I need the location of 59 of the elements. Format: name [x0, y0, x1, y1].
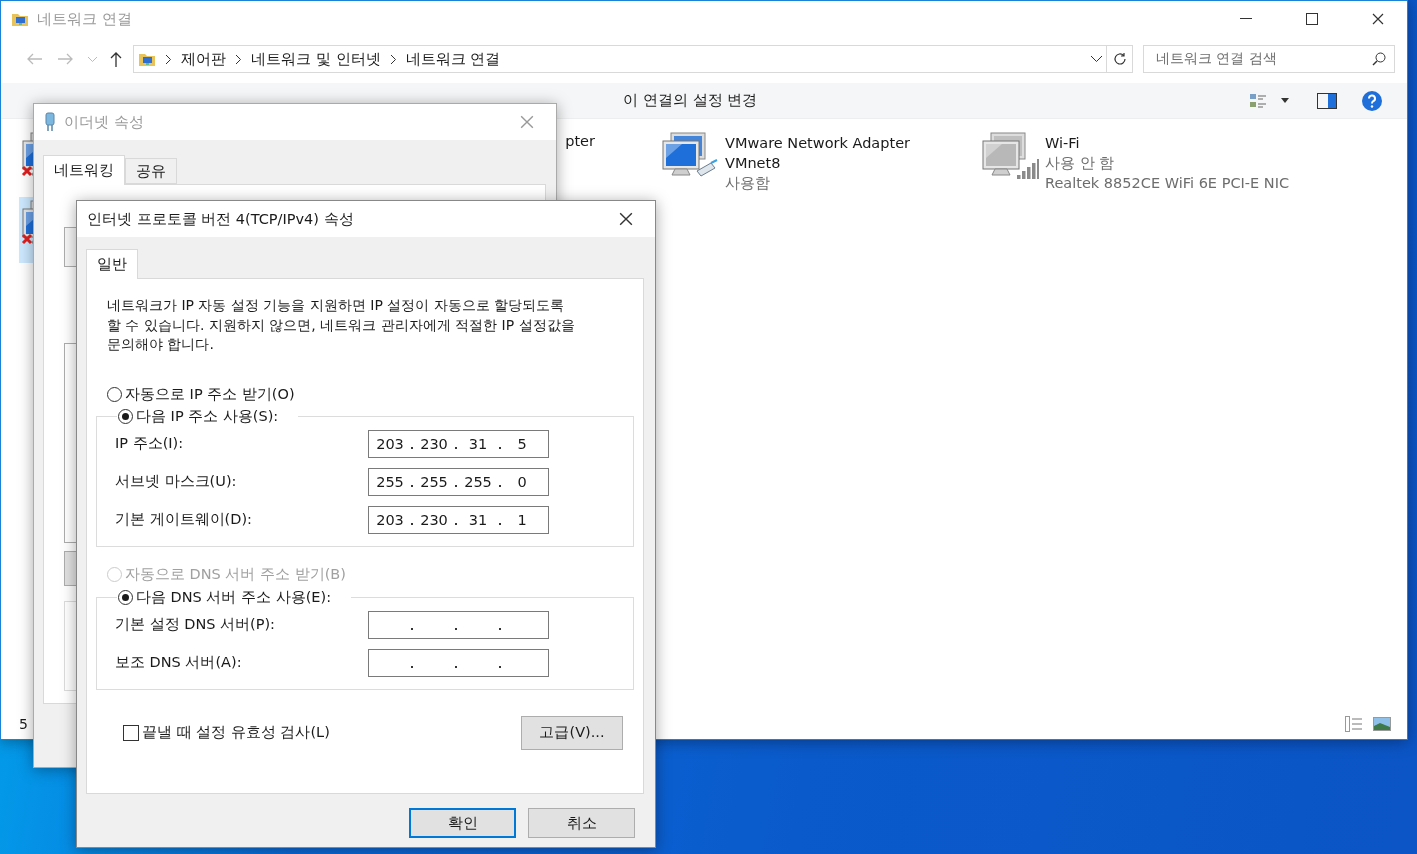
- field-label: 서브넷 마스크(U):: [115, 472, 238, 491]
- ip-address-field[interactable]: [368, 610, 549, 639]
- field-label: 기본 설정 DNS 서버(P):: [115, 615, 276, 634]
- adapter-status: 사용 안 함: [1045, 154, 1115, 173]
- dialog-title: 이더넷 속성: [64, 112, 144, 132]
- network-plug-icon: [44, 112, 56, 132]
- ip-address-field[interactable]: 203 230 31 5: [368, 429, 549, 458]
- breadcrumb[interactable]: 네트워크 및 인터넷: [251, 49, 381, 69]
- address-bar[interactable]: 제어판 네트워크 및 인터넷 네트워크 연결: [133, 45, 1107, 73]
- radio-option[interactable]: 자동으로 IP 주소 받기(O): [107, 384, 634, 404]
- minimize-icon[interactable]: [1240, 18, 1252, 20]
- large-icons-view-icon[interactable]: [1373, 717, 1391, 731]
- adapter-device: Realtek 8852CE WiFi 6E PCI-E NIC: [1045, 174, 1290, 193]
- details-view-icon[interactable]: [1345, 716, 1363, 732]
- help-icon[interactable]: [1361, 89, 1383, 112]
- view-options-icon[interactable]: [1249, 92, 1267, 109]
- adapter-name: pter: [565, 132, 595, 151]
- refresh-icon[interactable]: [1112, 52, 1127, 66]
- adapter-name: VMware Network Adapter VMnet8: [725, 134, 912, 173]
- close-icon[interactable]: [1372, 13, 1384, 25]
- breadcrumb[interactable]: 네트워크 연결: [405, 49, 501, 69]
- close-icon[interactable]: [619, 212, 633, 226]
- radio-option[interactable]: 다음 DNS 서버 주소 사용(E):: [118, 587, 331, 607]
- chevron-right-icon[interactable]: [390, 54, 396, 64]
- up-arrow-icon[interactable]: [110, 51, 122, 67]
- radio-option[interactable]: 다음 IP 주소 사용(S):: [118, 406, 279, 426]
- dialog-button[interactable]: 취소: [528, 808, 635, 838]
- adapter-name: Wi-Fi: [1045, 134, 1081, 153]
- window-title: 네트워크 연결: [37, 9, 132, 29]
- toolbar-command[interactable]: 이 연결의 설정 변경: [623, 91, 758, 110]
- search-field[interactable]: 네트워크 연결 검색: [1143, 45, 1395, 73]
- breadcrumb[interactable]: 제어판: [181, 49, 226, 69]
- maximize-icon[interactable]: [1306, 13, 1318, 25]
- item-count: 5: [19, 716, 28, 732]
- field-label: 기본 게이트웨이(D):: [115, 510, 253, 529]
- adapter-item[interactable]: VMware Network Adapter VMnet8 사용함: [659, 129, 975, 195]
- network-folder-icon: [138, 51, 156, 67]
- advanced-button[interactable]: 고급(V)...: [521, 715, 623, 750]
- ip-address-field[interactable]: 203 230 31 1: [368, 505, 549, 534]
- ip-address-field[interactable]: [368, 648, 549, 677]
- caret-icon: [1281, 98, 1289, 103]
- network-folder-icon: [11, 11, 29, 27]
- dialog-button[interactable]: 확인: [409, 808, 516, 838]
- tab[interactable]: 공유: [125, 158, 177, 184]
- description-text: 네트워크가 IP 자동 설정 기능을 지원하면 IP 설정이 자동으로 할당되도록 할 수 있습니다. 지원하지 않으면, 네트워크 관리자에게 적절한 IP 설정값을 문의해야 합니다.: [107, 296, 576, 354]
- dialog-title: 인터넷 프로토콜 버전 4(TCP/IPv4) 속성: [87, 209, 354, 229]
- ip-address-field[interactable]: 255 255 255 0: [368, 467, 549, 496]
- chevron-right-icon[interactable]: [166, 54, 171, 64]
- adapter-status: 사용함: [725, 174, 770, 193]
- preview-pane-icon[interactable]: [1317, 92, 1337, 109]
- chevron-down-icon[interactable]: [1091, 56, 1102, 62]
- radio-option: 자동으로 DNS 서버 주소 받기(B): [107, 564, 634, 584]
- validate-checkbox[interactable]: 끝낼 때 설정 유효성 검사(L): [123, 723, 330, 742]
- chevron-right-icon[interactable]: [236, 54, 241, 64]
- field-label: IP 주소(I):: [115, 434, 185, 453]
- search-icon[interactable]: [1372, 52, 1386, 66]
- field-label: 보조 DNS 서버(A):: [115, 653, 243, 672]
- tab[interactable]: 네트워킹: [43, 155, 125, 185]
- tab[interactable]: 일반: [86, 249, 138, 279]
